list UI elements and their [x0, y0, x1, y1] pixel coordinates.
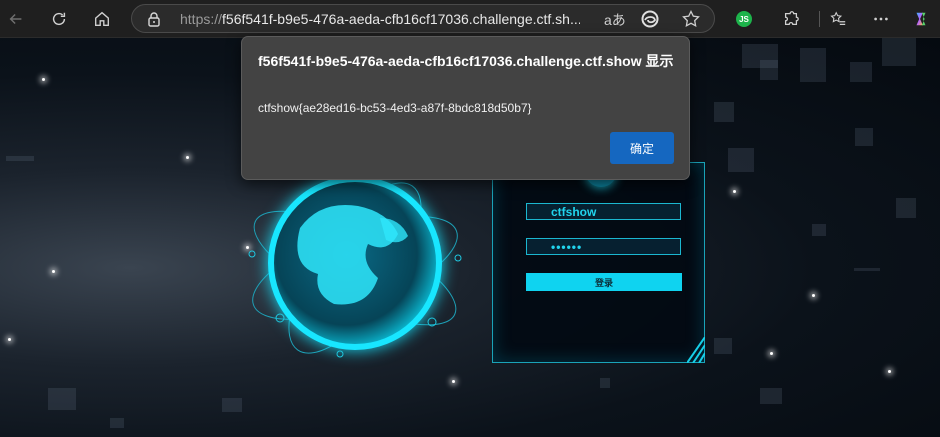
dialog-message: ctfshow{ae28ed16-bc53-4ed3-a87f-8bdc818d…: [258, 101, 532, 115]
alert-dialog: f56f541f-b9e5-476a-aeda-cfb16cf17036.cha…: [241, 36, 690, 180]
decor-square: [760, 60, 778, 80]
username-value: ctfshow: [551, 205, 597, 219]
decor-square: [6, 156, 34, 161]
url-host: f56f541f-b9e5-476a-aeda-cfb16cf17036.cha…: [222, 11, 580, 27]
decor-square: [600, 378, 610, 388]
puzzle-icon: [784, 11, 799, 26]
sparkle: [52, 270, 55, 273]
favorites-button[interactable]: [823, 4, 853, 34]
ok-button[interactable]: 确定: [610, 132, 674, 164]
sparkle: [186, 156, 189, 159]
decor-square: [800, 48, 826, 82]
sparkle: [888, 370, 891, 373]
ellipsis-icon: [874, 17, 888, 21]
login-button[interactable]: 登录: [526, 273, 682, 291]
refresh-icon: [52, 12, 66, 26]
decor-square: [855, 128, 873, 146]
url-scheme: https://: [180, 11, 223, 27]
sparkle: [42, 78, 45, 81]
decor-square: [854, 268, 880, 271]
js-extension-icon[interactable]: JS: [736, 11, 752, 27]
sparkle: [8, 338, 11, 341]
copilot-button[interactable]: [906, 4, 936, 34]
sparkle: [733, 190, 736, 193]
login-panel: ctfshow •••••• 登录: [492, 155, 705, 363]
edge-icon[interactable]: [641, 10, 659, 28]
decor-square: [812, 224, 826, 236]
decor-square: [882, 38, 916, 66]
favorites-list-icon: [830, 11, 846, 26]
decor-square: [714, 338, 732, 354]
arrow-left-icon: [9, 13, 22, 25]
globe-illustration: [248, 176, 462, 358]
sparkle: [812, 294, 815, 297]
password-input[interactable]: ••••••: [526, 238, 681, 255]
read-aloud-button[interactable]: aあ: [604, 10, 626, 30]
decor-square: [222, 398, 242, 412]
dialog-title: f56f541f-b9e5-476a-aeda-cfb16cf17036.cha…: [258, 53, 674, 69]
home-icon: [95, 11, 109, 26]
toolbar-separator: [819, 11, 820, 27]
sparkle: [452, 380, 455, 383]
decor-square: [850, 62, 872, 82]
home-button[interactable]: [87, 4, 117, 34]
decor-square: [714, 102, 734, 122]
decor-square: [728, 148, 754, 172]
decor-square: [110, 418, 124, 428]
decor-square: [896, 198, 916, 218]
extensions-button[interactable]: [776, 4, 806, 34]
decor-square: [760, 388, 782, 404]
copilot-icon: [916, 12, 926, 26]
decor-square: [48, 388, 76, 410]
more-menu-button[interactable]: [866, 4, 896, 34]
url-text[interactable]: https://f56f541f-b9e5-476a-aeda-cfb16cf1…: [180, 11, 580, 27]
address-bar[interactable]: https://f56f541f-b9e5-476a-aeda-cfb16cf1…: [131, 4, 715, 33]
username-input[interactable]: ctfshow: [526, 203, 681, 220]
back-button[interactable]: [1, 4, 31, 34]
refresh-button[interactable]: [44, 4, 74, 34]
lock-icon[interactable]: [146, 11, 162, 27]
corner-decoration: [687, 337, 705, 363]
favorite-star-icon[interactable]: [681, 9, 701, 29]
password-value: ••••••: [551, 240, 583, 254]
sparkle: [770, 352, 773, 355]
browser-toolbar: https://f56f541f-b9e5-476a-aeda-cfb16cf1…: [0, 0, 940, 38]
